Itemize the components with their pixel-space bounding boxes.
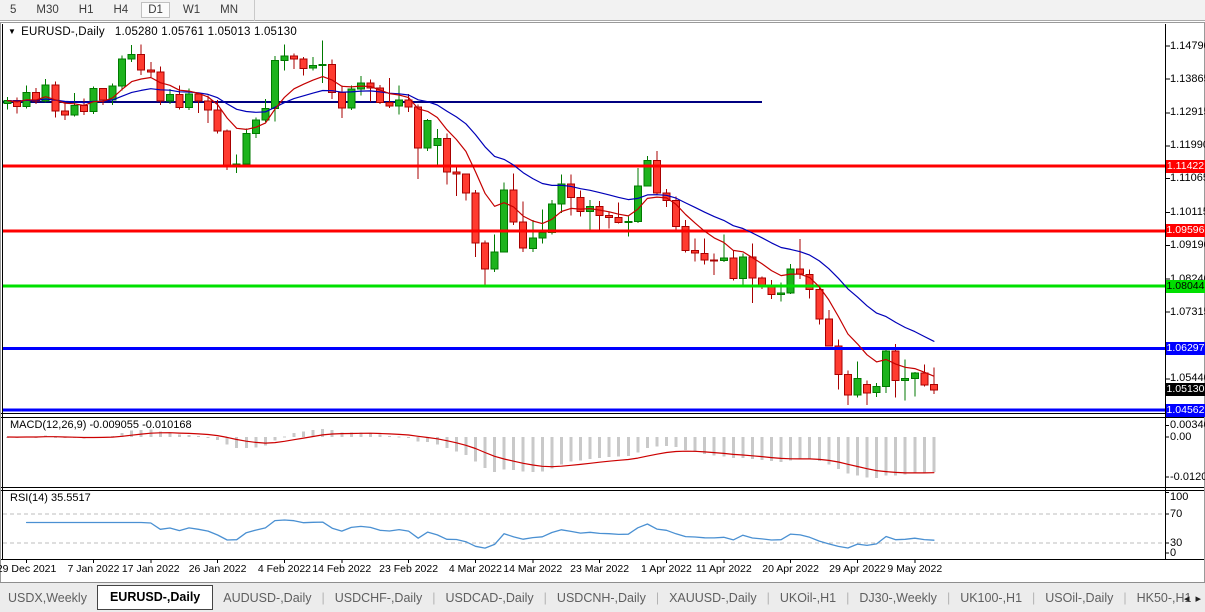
- price-axis-tick: 1.07315: [1170, 306, 1205, 318]
- date-axis-tick: 9 May 2022: [887, 563, 942, 575]
- rsi-axis-tick: 100: [1170, 491, 1188, 503]
- macd-axis-tick: 0.00: [1170, 431, 1191, 443]
- tab-usdcnh-daily[interactable]: USDCNH-,Daily: [534, 591, 646, 605]
- price-tag-1.04562: 1.04562: [1166, 404, 1205, 417]
- tab-dj30-weekly[interactable]: DJ30-,Weekly: [836, 591, 937, 605]
- tab-audusd-daily[interactable]: AUDUSD-,Daily: [223, 591, 311, 605]
- tab-usdchf-daily[interactable]: USDCHF-,Daily: [311, 591, 422, 605]
- price-axis-tick: 1.13865: [1170, 73, 1205, 85]
- chart-canvas[interactable]: [0, 0, 1205, 612]
- date-axis-tick: 23 Mar 2022: [570, 563, 629, 575]
- price-tag-1.08044: 1.08044: [1166, 280, 1205, 293]
- tab-scroll-controls: ◂ ▸: [1184, 583, 1201, 612]
- rsi-line: [27, 520, 934, 548]
- rsi-name: RSI(14): [10, 492, 48, 504]
- price-axis-tick: 1.09190: [1170, 239, 1205, 251]
- trading-platform-window: 5M30H1H4D1W1MN ▼EURUSD-,Daily1.05280 1.0…: [0, 0, 1205, 612]
- date-axis-tick: 26 Jan 2022: [189, 563, 247, 575]
- date-axis-tick: 11 Apr 2022: [696, 563, 752, 575]
- macd-axis-tick: -0.01205: [1170, 471, 1205, 483]
- chart-title: ▼ EURUSD-,Daily 1.05280 1.05761 1.05013 1.…: [8, 26, 297, 38]
- price-axis-tick: 1.11990: [1170, 139, 1205, 151]
- date-axis-tick: 17 Jan 2022: [122, 563, 180, 575]
- tab-eurusd-daily[interactable]: EURUSD-,Daily: [97, 585, 213, 610]
- tab-ukoil-h1[interactable]: UKOil-,H1: [757, 591, 837, 605]
- price-tag-1.06297: 1.06297: [1166, 342, 1205, 355]
- date-axis-tick: 29 Apr 2022: [829, 563, 886, 575]
- price-tag-1.09596: 1.09596: [1166, 224, 1205, 237]
- date-axis-tick: 7 Jan 2022: [67, 563, 119, 575]
- tab-hk50-h1[interactable]: HK50-,H1: [1113, 591, 1191, 605]
- tab-uk100-h1[interactable]: UK100-,H1: [937, 591, 1022, 605]
- date-axis-tick: 29 Dec 2021: [0, 563, 56, 575]
- tab-scroll-right-icon[interactable]: ▸: [1195, 592, 1201, 605]
- macd-name: MACD(12,26,9): [10, 419, 86, 431]
- current-price-tag: 1.05130: [1166, 383, 1205, 396]
- price-tag-1.11422: 1.11422: [1166, 160, 1205, 173]
- tab-scroll-left-icon[interactable]: ◂: [1184, 592, 1190, 605]
- tab-usdcad-daily[interactable]: USDCAD-,Daily: [422, 591, 533, 605]
- macd-signal-line: [8, 433, 934, 473]
- macd-histogram: [6, 429, 935, 478]
- price-axis-tick: 1.14790: [1170, 40, 1205, 52]
- symbol-dropdown-icon[interactable]: ▼: [8, 27, 16, 36]
- price-axis-tick: 1.12915: [1170, 106, 1205, 118]
- date-axis-tick: 23 Feb 2022: [379, 563, 438, 575]
- tab-usoil-daily[interactable]: USOil-,Daily: [1022, 591, 1113, 605]
- symbol-tab-bar: USDX,WeeklyEURUSD-,DailyAUDUSD-,DailyUSD…: [0, 582, 1205, 612]
- date-axis-tick: 20 Apr 2022: [762, 563, 819, 575]
- tab-usdx-weekly[interactable]: USDX,Weekly: [8, 591, 87, 605]
- ema-slow-line: [8, 89, 934, 342]
- macd-values: -0.009055 -0.010168: [89, 419, 191, 431]
- price-axis-tick: 1.10115: [1170, 206, 1205, 218]
- rsi-axis-tick: 0: [1170, 547, 1176, 559]
- rsi-indicator-label: RSI(14) 35.5517: [10, 492, 91, 504]
- rsi-axis-tick: 70: [1170, 508, 1182, 520]
- date-axis-tick: 4 Mar 2022: [449, 563, 502, 575]
- date-axis-tick: 14 Feb 2022: [312, 563, 371, 575]
- chart-symbol-label: EURUSD-,Daily: [21, 26, 105, 38]
- price-axis-tick: 1.11065: [1170, 172, 1205, 184]
- rsi-value: 35.5517: [51, 492, 91, 504]
- ema-fast-line: [8, 77, 934, 377]
- chart-ohlc-values: 1.05280 1.05761 1.05013 1.05130: [115, 26, 297, 38]
- tab-xauusd-daily[interactable]: XAUUSD-,Daily: [646, 591, 757, 605]
- date-axis-tick: 14 Mar 2022: [503, 563, 562, 575]
- macd-axis-tick: 0.003408: [1170, 419, 1205, 431]
- candles-layer: [4, 40, 937, 405]
- macd-indicator-label: MACD(12,26,9) -0.009055 -0.010168: [10, 419, 192, 431]
- date-axis-tick: 4 Feb 2022: [258, 563, 311, 575]
- date-axis-tick: 1 Apr 2022: [641, 563, 692, 575]
